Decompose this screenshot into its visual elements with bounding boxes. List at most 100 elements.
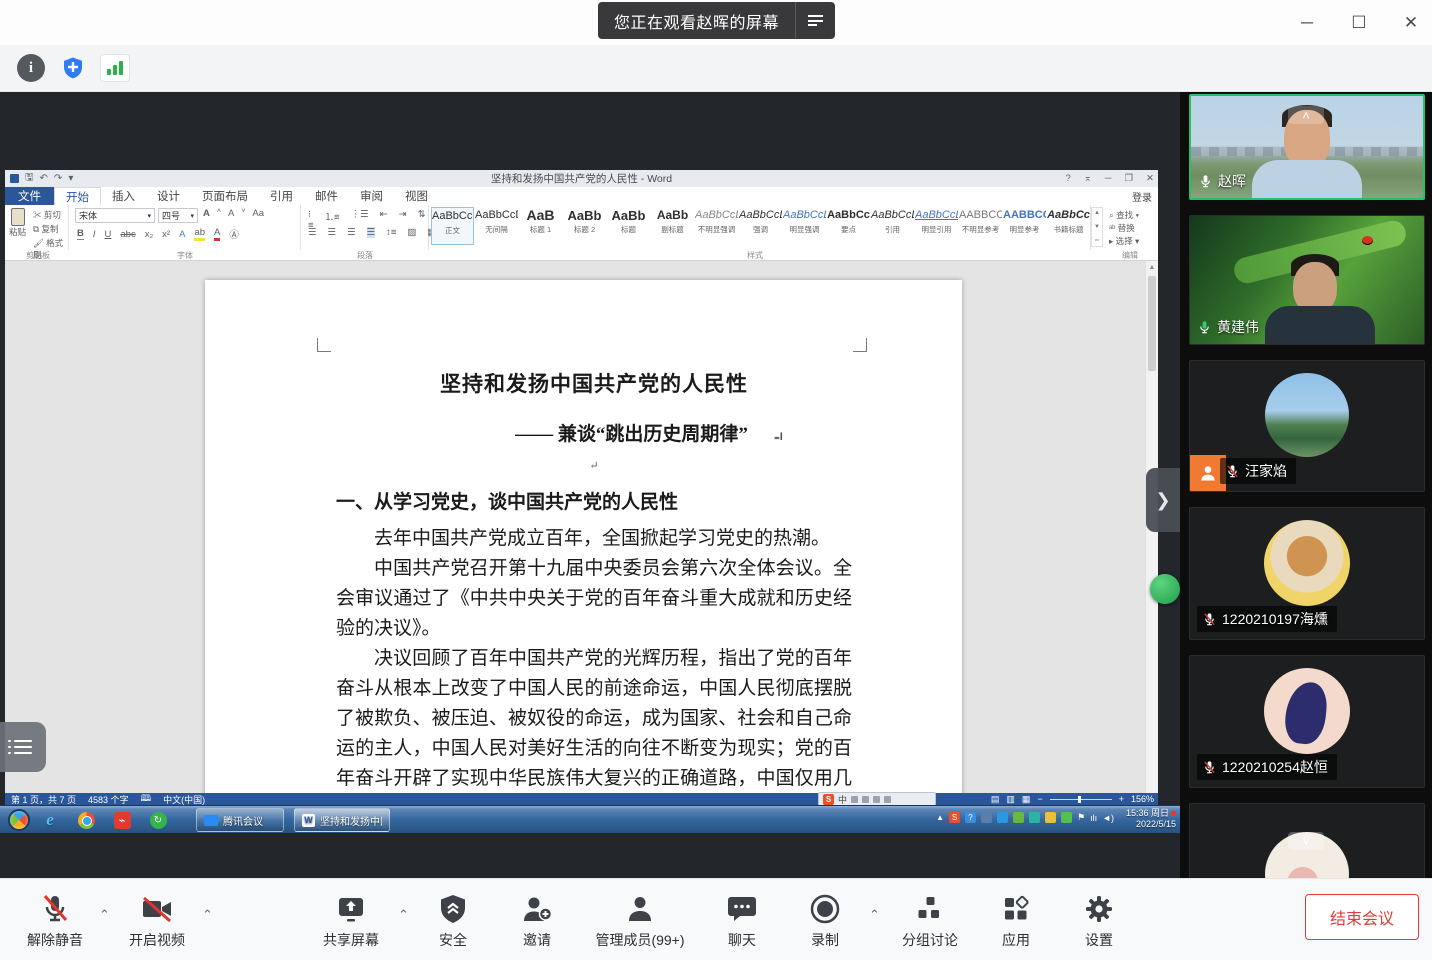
style-subtle-emphasis[interactable]: AaBbCcD不明显强调: [695, 207, 738, 245]
start-button[interactable]: [8, 809, 30, 831]
align-left-icon[interactable]: ☰: [308, 227, 317, 238]
show-hidden-icons[interactable]: ▲: [936, 813, 944, 822]
word-close-icon[interactable]: ✕: [1146, 173, 1154, 184]
ie-icon[interactable]: e: [40, 810, 60, 830]
ime-mode[interactable]: 中: [838, 793, 847, 806]
tray-icon[interactable]: [1061, 812, 1072, 823]
page-indicator[interactable]: 第 1 页，共 7 页: [11, 793, 76, 806]
taskbar-app-word[interactable]: W 坚持和发扬中国...: [294, 808, 390, 832]
tray-icon[interactable]: [1013, 812, 1024, 823]
style-nospacing[interactable]: AaBbCcD无间隔: [475, 207, 518, 245]
security-shield-icon[interactable]: [59, 54, 87, 82]
scrollbar-thumb[interactable]: [1148, 276, 1156, 371]
minimize-button[interactable]: ─: [1294, 10, 1320, 36]
sogou-ime-icon[interactable]: S: [823, 794, 834, 805]
panel-collapse-handle[interactable]: ❯: [1146, 468, 1180, 532]
mic-options-chevron[interactable]: ⌃: [99, 907, 110, 923]
sign-in-link[interactable]: 登录: [1132, 189, 1152, 204]
select-button[interactable]: ▸ 选择 ▾: [1109, 235, 1139, 247]
share-options-chevron[interactable]: ⌃: [398, 907, 409, 923]
subscript-button[interactable]: x₂: [145, 229, 153, 240]
tray-volume-icon[interactable]: ◄): [1102, 813, 1114, 823]
document-canvas[interactable]: 坚持和发扬中国共产党的人民性 —— 兼谈“跳出历史周期律”₌I ↵ 一、从学习党…: [5, 261, 1145, 793]
copy-button[interactable]: ⧉ 复制: [33, 223, 68, 235]
chrome-icon[interactable]: [76, 810, 96, 830]
style-intense-emphasis[interactable]: AaBbCcD明显强调: [783, 207, 826, 245]
tab-layout[interactable]: 页面布局: [191, 187, 259, 205]
record-button[interactable]: 录制: [789, 891, 861, 950]
zoom-level[interactable]: 156%: [1131, 794, 1154, 804]
tab-design[interactable]: 设计: [146, 187, 191, 205]
highlight-icon[interactable]: ab: [194, 227, 205, 241]
bold-button[interactable]: B: [77, 228, 84, 240]
ime-tool-icon[interactable]: [884, 796, 891, 803]
participant-tile[interactable]: 黄建伟: [1189, 215, 1425, 345]
invite-button[interactable]: 邀请: [501, 891, 573, 950]
style-emphasis[interactable]: AaBbCcD强调: [739, 207, 782, 245]
tab-file[interactable]: 文件: [5, 187, 54, 205]
style-intense-reference[interactable]: AABBCCI明显参考: [1003, 207, 1046, 245]
breakout-rooms-button[interactable]: 分组讨论: [884, 891, 976, 950]
share-screen-button[interactable]: 共享屏幕: [305, 891, 397, 950]
taskbar-clock[interactable]: 15:36 周日 2022/5/15: [1126, 808, 1176, 830]
watching-banner[interactable]: 您正在观看赵晖的屏幕: [598, 2, 835, 39]
participants-scroll-up[interactable]: ˄: [1288, 106, 1324, 124]
participant-tile[interactable]: 1220210197海燻: [1189, 507, 1425, 640]
tray-icon[interactable]: [997, 812, 1008, 823]
underline-button[interactable]: U: [105, 229, 112, 240]
change-case-icon[interactable]: Aa: [252, 208, 264, 223]
text-effects-icon[interactable]: A: [179, 229, 185, 240]
shrink-font-icon[interactable]: A: [228, 208, 234, 223]
participant-tile[interactable]: 汪家焰: [1189, 360, 1425, 492]
replace-button[interactable]: ᵃᵇ 替换: [1109, 222, 1135, 234]
paste-button[interactable]: 粘贴: [9, 208, 26, 238]
red-app-icon[interactable]: ⌁: [112, 810, 132, 830]
meeting-info-icon[interactable]: i: [17, 54, 45, 82]
align-right-icon[interactable]: ☰: [347, 227, 356, 238]
watching-banner-menu-button[interactable]: [795, 2, 835, 39]
tray-icon[interactable]: ?: [965, 812, 976, 823]
style-title[interactable]: AaBb标题: [607, 207, 650, 245]
start-video-button[interactable]: 开启视频: [116, 891, 198, 950]
network-signal-icon[interactable]: [100, 54, 130, 82]
superscript-button[interactable]: x²: [162, 229, 170, 240]
security-button[interactable]: 安全: [417, 891, 489, 950]
style-subtle-reference[interactable]: AABBCCD不明显参考: [959, 207, 1002, 245]
style-intense-quote[interactable]: AaBbCcD明显引用: [915, 207, 958, 245]
word-restore-icon[interactable]: ❐: [1125, 173, 1134, 184]
print-layout-icon[interactable]: ▥: [1006, 794, 1015, 805]
tray-flag-icon[interactable]: ⚑: [1077, 812, 1085, 823]
ime-language-bar[interactable]: S 中: [818, 792, 936, 806]
web-layout-icon[interactable]: ▦: [1022, 794, 1031, 805]
chat-button[interactable]: 聊天: [706, 891, 778, 950]
unmute-button[interactable]: 解除静音: [14, 891, 96, 950]
word-count[interactable]: 4583 个字: [88, 793, 129, 806]
tray-network-icon[interactable]: ılı: [1090, 813, 1097, 823]
participants-scroll-down[interactable]: ˅: [1288, 832, 1324, 850]
document-page[interactable]: 坚持和发扬中国共产党的人民性 —— 兼谈“跳出历史周期律”₌I ↵ 一、从学习党…: [205, 280, 962, 793]
zoom-slider-thumb[interactable]: [1078, 796, 1081, 803]
style-subtitle[interactable]: AaBb副标题: [651, 207, 694, 245]
align-center-icon[interactable]: ☰: [328, 227, 337, 238]
apps-button[interactable]: 应用: [980, 891, 1052, 950]
word-help-icon[interactable]: ?: [1066, 173, 1071, 184]
taskbar-app-meeting[interactable]: 腾讯会议: [196, 808, 284, 832]
grow-font-icon[interactable]: A: [203, 208, 210, 223]
participant-tile[interactable]: 1220210254赵恒: [1189, 655, 1425, 788]
zoom-slider[interactable]: [1050, 799, 1112, 800]
style-book-title[interactable]: AaBbCc书籍标题: [1047, 207, 1090, 245]
record-options-chevron[interactable]: ⌃: [869, 907, 880, 923]
tab-insert[interactable]: 插入: [101, 187, 146, 205]
language-indicator[interactable]: 中文(中国): [163, 793, 205, 806]
tray-icon[interactable]: [981, 812, 992, 823]
justify-icon[interactable]: ☰: [367, 227, 376, 238]
style-heading1[interactable]: AaB标题 1: [519, 207, 562, 245]
style-heading2[interactable]: AaBb标题 2: [563, 207, 606, 245]
enclose-char-icon[interactable]: Ⓐ: [229, 227, 239, 241]
ribbon-display-icon[interactable]: ⌅: [1084, 173, 1092, 184]
video-options-chevron[interactable]: ⌃: [202, 907, 213, 923]
zoom-in-icon[interactable]: +: [1119, 794, 1124, 804]
tab-view[interactable]: 视图: [394, 187, 439, 205]
tray-icon[interactable]: [1045, 812, 1056, 823]
style-normal[interactable]: AaBbCcD正文: [431, 207, 474, 245]
